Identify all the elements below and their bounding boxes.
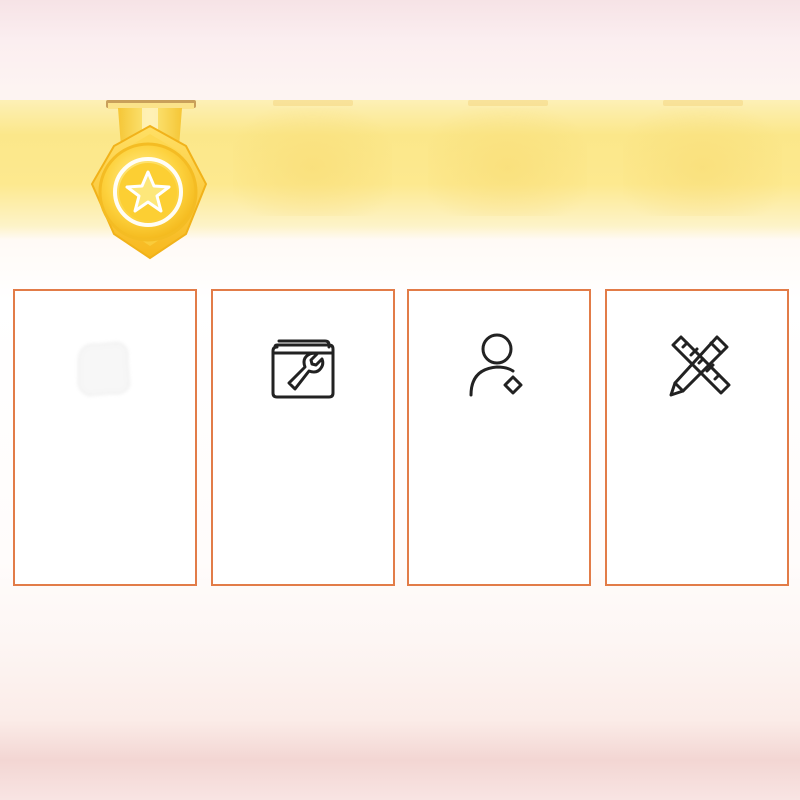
toolbox-wrench-icon: [265, 329, 341, 405]
pencil-ruler-icon: [659, 329, 735, 405]
feature-card-2[interactable]: [211, 289, 395, 586]
gold-star-medal-icon[interactable]: [70, 100, 230, 265]
user-with-diamond-icon: [461, 329, 537, 405]
locked-badge-slot[interactable]: [215, 100, 410, 240]
feature-card-3[interactable]: [407, 289, 591, 586]
locked-badge-slot[interactable]: [605, 100, 800, 240]
locked-badge-slot[interactable]: [410, 100, 605, 240]
feature-card-grid: [13, 289, 789, 586]
locked-badge-row: [215, 100, 800, 240]
feature-card-1[interactable]: [13, 289, 197, 586]
faded-placeholder-icon: [67, 329, 143, 405]
feature-card-4[interactable]: [605, 289, 789, 586]
